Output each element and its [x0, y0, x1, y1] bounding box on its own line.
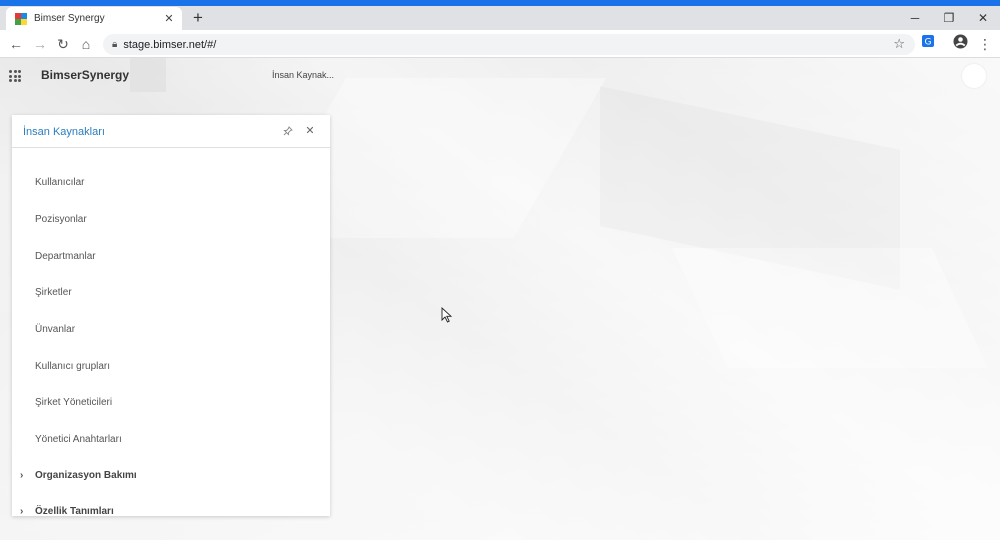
- menu-item-kullanicilar[interactable]: Kullanıcılar: [35, 177, 84, 188]
- svg-text:G: G: [925, 38, 932, 48]
- menu-group-label: Organizasyon Bakımı: [35, 470, 137, 481]
- browser-menu-icon[interactable]: ⋮: [975, 34, 995, 54]
- tab-strip: Bimser Synergy ✕ + ─ ❐ ✕: [0, 6, 1000, 30]
- reload-icon[interactable]: ↻: [53, 34, 73, 54]
- menu-item-unvanlar[interactable]: Ünvanlar: [35, 324, 75, 335]
- menu-group-ozellik-tanimlari[interactable]: › Özellik Tanımları: [20, 506, 114, 516]
- chevron-right-icon: ›: [20, 506, 24, 516]
- panel-close-icon[interactable]: ✕: [304, 125, 316, 137]
- url-text: stage.bimser.net/#/: [123, 38, 217, 51]
- chevron-right-icon: ›: [20, 470, 24, 481]
- menu-item-departmanlar[interactable]: Departmanlar: [35, 251, 96, 262]
- browser-toolbar: ← → ↻ ⌂ 🔒︎ stage.bimser.net/#/ ☆ G ⋮: [0, 30, 1000, 58]
- mouse-cursor-icon: [441, 307, 453, 323]
- minimize-icon[interactable]: ─: [898, 8, 932, 28]
- menu-group-label: Özellik Tanımları: [35, 506, 114, 516]
- bookmark-star-icon[interactable]: ☆: [893, 36, 905, 52]
- window-close-icon[interactable]: ✕: [966, 8, 1000, 28]
- menu-item-sirket-yoneticileri[interactable]: Şirket Yöneticileri: [35, 397, 112, 408]
- back-icon[interactable]: ←: [6, 34, 26, 54]
- browser-tab[interactable]: Bimser Synergy ✕: [6, 7, 182, 30]
- brand-name[interactable]: BimserSynergy: [41, 68, 129, 82]
- menu-item-yonetici-anahtarlari[interactable]: Yönetici Anahtarları: [35, 434, 122, 445]
- restore-icon[interactable]: ❐: [932, 8, 966, 28]
- tab-close-icon[interactable]: ✕: [162, 12, 176, 25]
- breadcrumb[interactable]: İnsan Kaynak...: [272, 70, 334, 80]
- menu-item-kullanici-gruplari[interactable]: Kullanıcı grupları: [35, 361, 110, 372]
- panel-title: İnsan Kaynakları: [23, 126, 105, 138]
- tab-title: Bimser Synergy: [34, 13, 105, 24]
- address-bar[interactable]: 🔒︎ stage.bimser.net/#/ ☆: [103, 34, 915, 55]
- app-area: BimserSynergy İnsan Kaynak... İnsan Kayn…: [0, 58, 1000, 540]
- menu-item-sirketler[interactable]: Şirketler: [35, 287, 72, 298]
- translate-icon[interactable]: G: [918, 34, 938, 54]
- menu-group-organizasyon-bakimi[interactable]: › Organizasyon Bakımı: [20, 470, 137, 481]
- hr-menu-panel: İnsan Kaynakları ✕ Kullanıcılar Pozisyon…: [12, 115, 330, 516]
- header-tab-placeholder[interactable]: [130, 58, 166, 92]
- app-launcher-icon[interactable]: [9, 70, 21, 82]
- forward-icon[interactable]: →: [30, 34, 50, 54]
- menu-item-pozisyonlar[interactable]: Pozisyonlar: [35, 214, 87, 225]
- avatar[interactable]: [962, 64, 986, 88]
- bimser-favicon-icon: [15, 12, 27, 25]
- pin-icon[interactable]: [282, 126, 294, 138]
- background-shape: [672, 248, 988, 368]
- app-header: BimserSynergy İnsan Kaynak...: [0, 58, 1000, 92]
- lock-icon: 🔒︎: [112, 39, 118, 50]
- home-icon[interactable]: ⌂: [76, 34, 96, 54]
- profile-icon[interactable]: [950, 34, 970, 54]
- panel-header: İnsan Kaynakları ✕: [12, 115, 330, 148]
- new-tab-button[interactable]: +: [190, 8, 206, 28]
